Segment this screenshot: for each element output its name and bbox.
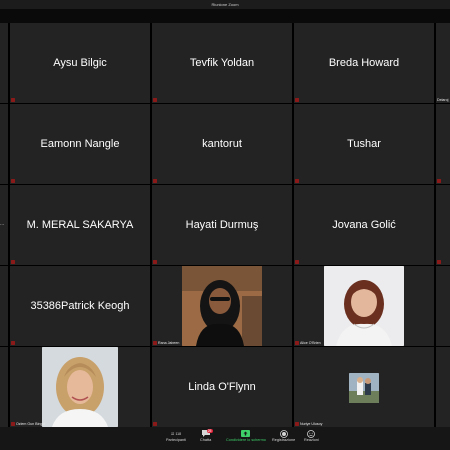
avatar: [349, 373, 379, 403]
participant-label: Ozlem Gun Bingol: [16, 422, 46, 426]
mic-muted-icon: [153, 179, 157, 183]
mic-muted-icon: [295, 341, 299, 345]
participant-name: Tevfik Yoldan: [189, 57, 255, 69]
record-icon: [279, 429, 289, 438]
mic-muted-icon: [153, 260, 157, 264]
video-tile[interactable]: 35386Patrick Keogh: [10, 266, 150, 346]
participant-name: M. MERAL SAKARYA: [26, 219, 134, 231]
mic-muted-icon: [11, 179, 15, 183]
participant-name: Eamonn Nangle: [40, 138, 120, 150]
avatar-image: [349, 373, 379, 403]
video-tile-partial[interactable]: [0, 23, 8, 103]
participant-label: Nuriye Ulusoy: [300, 422, 323, 426]
window-title: Riunione Zoom: [211, 2, 239, 7]
video-tile[interactable]: Eamonn Nangle: [10, 104, 150, 184]
participant-name: Jovana Golić: [332, 219, 396, 231]
participant-name: Aysu Bilgic: [53, 57, 107, 69]
participant-label: Rana Jabeen: [158, 341, 180, 345]
share-screen-button[interactable]: Condividere lo schermo: [226, 429, 266, 442]
video-tile-partial[interactable]: [436, 347, 450, 427]
mic-muted-icon: [153, 341, 157, 345]
mic-muted-icon: [11, 422, 15, 426]
reactions-label: Reazioni: [304, 438, 319, 442]
video-tile[interactable]: Ozlem Gun Bingol: [10, 347, 150, 427]
mic-muted-icon: [295, 179, 299, 183]
participant-name: Breda Howard: [328, 57, 400, 69]
mic-muted-icon: [11, 98, 15, 102]
video-feed-image: [182, 266, 262, 346]
mic-muted-icon: [11, 260, 15, 264]
mic-muted-icon: [295, 98, 299, 102]
video-tile[interactable]: Rana Jabeen: [152, 266, 292, 346]
meeting-toolbar: 118 Partecipanti 25 Chatta Condividere l…: [0, 427, 450, 450]
reactions-icon: [306, 429, 316, 438]
participants-button[interactable]: 118 Partecipanti: [166, 429, 187, 443]
video-tile-partial[interactable]: Delaroj: [436, 23, 450, 103]
video-tile[interactable]: Aysu Bilgic: [10, 23, 150, 103]
video-tile-partial[interactable]: [436, 266, 450, 346]
mic-muted-icon: [153, 98, 157, 102]
person-photo: [42, 347, 118, 427]
participant-name: Tushar: [347, 138, 381, 150]
video-tile[interactable]: Nuriye Ulusoy: [294, 347, 434, 427]
share-screen-icon: [241, 429, 251, 438]
video-tile[interactable]: Linda O'Flynn: [152, 347, 292, 427]
mic-muted-icon: [11, 341, 15, 345]
video-tile[interactable]: Jovana Golić: [294, 185, 434, 265]
video-tile[interactable]: M. MERAL SAKARYA: [10, 185, 150, 265]
overflow-dots: ...: [0, 221, 5, 227]
mic-muted-icon: [437, 179, 441, 183]
video-tile[interactable]: Tevfik Yoldan: [152, 23, 292, 103]
participant-name: 35386Patrick Keogh: [30, 300, 130, 312]
mic-muted-icon: [437, 260, 441, 264]
top-bar: [0, 9, 450, 23]
record-button[interactable]: Registrazione: [272, 429, 295, 442]
participant-name: Hayati Durmuş: [185, 219, 259, 231]
video-tile[interactable]: Tushar: [294, 104, 434, 184]
person-photo: [182, 266, 262, 346]
video-tile[interactable]: Alice O'Brien: [294, 266, 434, 346]
video-tile-partial[interactable]: [0, 104, 8, 184]
video-tile-partial[interactable]: [436, 104, 450, 184]
share-screen-label: Condividere lo schermo: [226, 438, 266, 442]
video-feed-image: [42, 347, 118, 427]
video-tile-partial[interactable]: ...: [0, 185, 8, 265]
video-grid: ... Aysu Bilgic Tevfik Yoldan Breda Howa…: [0, 23, 450, 427]
reactions-button[interactable]: Reazioni: [304, 429, 319, 442]
participants-label: Partecipanti: [166, 438, 187, 442]
chat-label: Chatta: [200, 438, 212, 442]
mic-muted-icon: [295, 422, 299, 426]
title-bar: Riunione Zoom: [0, 0, 450, 9]
participants-icon: 118: [171, 429, 181, 438]
chat-button[interactable]: 25 Chatta: [200, 429, 213, 442]
video-tile[interactable]: Breda Howard: [294, 23, 434, 103]
video-feed-image: [324, 266, 404, 346]
video-tile[interactable]: kantorut: [152, 104, 292, 184]
video-tile-partial[interactable]: [0, 266, 8, 346]
video-tile-partial[interactable]: [0, 347, 8, 427]
record-label: Registrazione: [272, 438, 296, 442]
mic-muted-icon: [295, 260, 299, 264]
person-photo: [324, 266, 404, 346]
participant-name: Linda O'Flynn: [188, 381, 256, 393]
chat-badge: 25: [206, 429, 213, 433]
participant-name: kantorut: [202, 138, 242, 150]
participant-label: Alice O'Brien: [300, 341, 321, 345]
participant-label: Delaroj: [437, 98, 449, 102]
video-tile[interactable]: Hayati Durmuş: [152, 185, 292, 265]
video-tile-partial[interactable]: [436, 185, 450, 265]
chat-icon: 25: [201, 429, 213, 438]
mic-muted-icon: [153, 422, 157, 426]
participants-count: 118: [175, 431, 182, 436]
